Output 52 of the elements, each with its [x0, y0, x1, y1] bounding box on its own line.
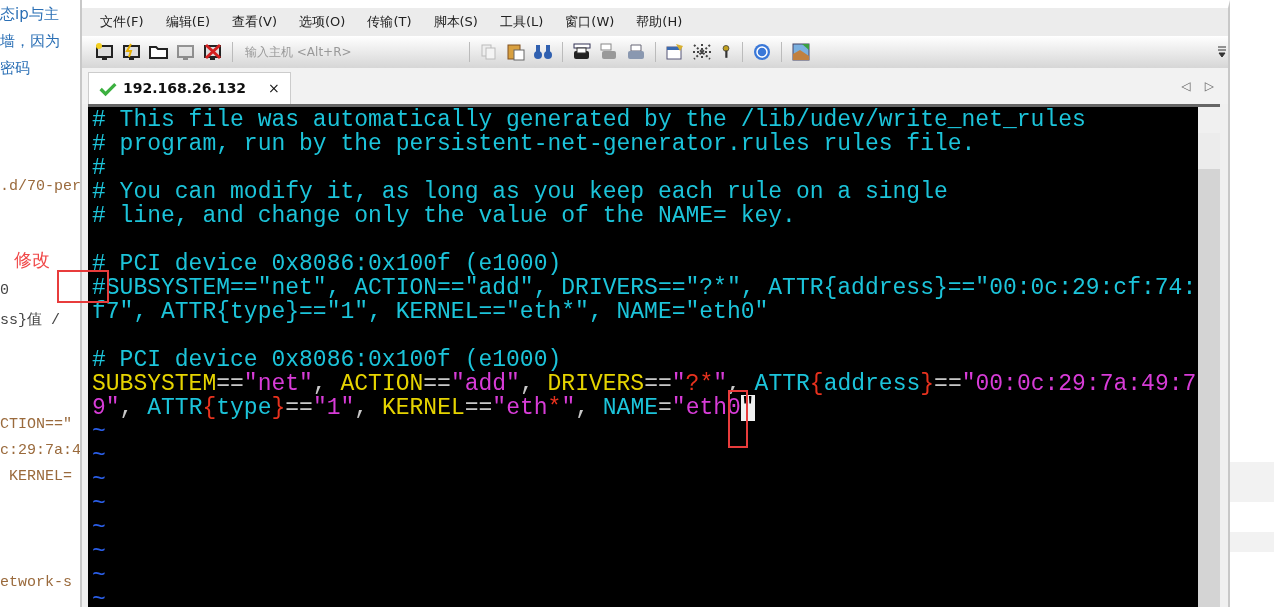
- code-line: # PCI device 0x8086:0x100f (e1000): [92, 251, 562, 277]
- tilde-marker: ~: [92, 443, 106, 469]
- tab-label: 192.168.26.132: [123, 79, 247, 98]
- document-text: etwork-s: [0, 573, 72, 593]
- document-text: 密码: [0, 58, 30, 78]
- settings-window-icon[interactable]: [664, 42, 686, 62]
- terminal-screen[interactable]: [88, 107, 1199, 607]
- tab-scroll-button[interactable]: ▷: [1204, 77, 1214, 95]
- tilde-marker: ~: [92, 515, 106, 541]
- menu-item[interactable]: 窗口(W): [565, 12, 615, 32]
- annotation-label: 修改: [14, 248, 50, 272]
- document-text: ss}值 /: [0, 311, 60, 331]
- menu-item[interactable]: 编辑(E): [165, 12, 210, 32]
- code-line: #: [92, 155, 106, 181]
- tilde-marker: ~: [92, 467, 106, 493]
- menu-item[interactable]: 文件(F): [100, 12, 144, 32]
- menu-item[interactable]: 查看(V): [232, 12, 278, 32]
- document-text: 墙，因为: [0, 31, 60, 51]
- menu-item[interactable]: 脚本(S): [433, 12, 478, 32]
- code-line: # This file was automatically generated by the /lib/udev/write_net_rules: [92, 107, 1086, 133]
- pattern-icon[interactable]: [691, 42, 713, 62]
- document-text: 0: [0, 281, 9, 301]
- paste-icon[interactable]: [505, 42, 527, 62]
- tilde-marker: ~: [92, 419, 106, 445]
- menu-item[interactable]: 传输(T): [367, 12, 412, 32]
- tilde-marker: ~: [92, 539, 106, 565]
- code-line: # line, and change only the value of the NAME= key.: [92, 203, 796, 229]
- tilde-marker: ~: [92, 491, 106, 517]
- document-text: c:29:7a:4: [0, 441, 80, 461]
- disconnect-icon[interactable]: [202, 42, 224, 62]
- code-line: # You can modify it, as long as you keep each rule on a single: [92, 179, 948, 205]
- menu-item[interactable]: 选项(O): [299, 12, 346, 32]
- menu-item[interactable]: 工具(L): [499, 12, 544, 32]
- image-icon[interactable]: [790, 42, 812, 62]
- document-text: KERNEL=: [8, 467, 72, 487]
- scrollbar[interactable]: [1198, 107, 1220, 607]
- code-line: # program, run by the persistent-net-generator.rules rules file.: [92, 131, 976, 157]
- tilde-marker: ~: [92, 563, 106, 589]
- code-line: # PCI device 0x8086:0x100f (e1000): [92, 347, 562, 373]
- document-text: .d/70-per: [0, 177, 80, 197]
- document-text: CTION==": [0, 415, 72, 435]
- tilde-marker: ~: [92, 587, 106, 607]
- connect-icon[interactable]: [94, 42, 116, 62]
- host-input-field[interactable]: 输入主机 <Alt+R>: [241, 41, 461, 63]
- help-icon[interactable]: [751, 42, 773, 62]
- printer-icon[interactable]: [571, 42, 593, 62]
- close-button[interactable]: ×: [268, 78, 280, 99]
- menu-item[interactable]: 帮助(H): [636, 12, 683, 32]
- quick-connect-icon[interactable]: [121, 42, 143, 62]
- document-text: 态ip与主: [0, 4, 59, 24]
- tab-scroll-button[interactable]: ◁: [1181, 77, 1191, 95]
- session-tab[interactable]: 192.168.26.132 ×: [88, 72, 291, 104]
